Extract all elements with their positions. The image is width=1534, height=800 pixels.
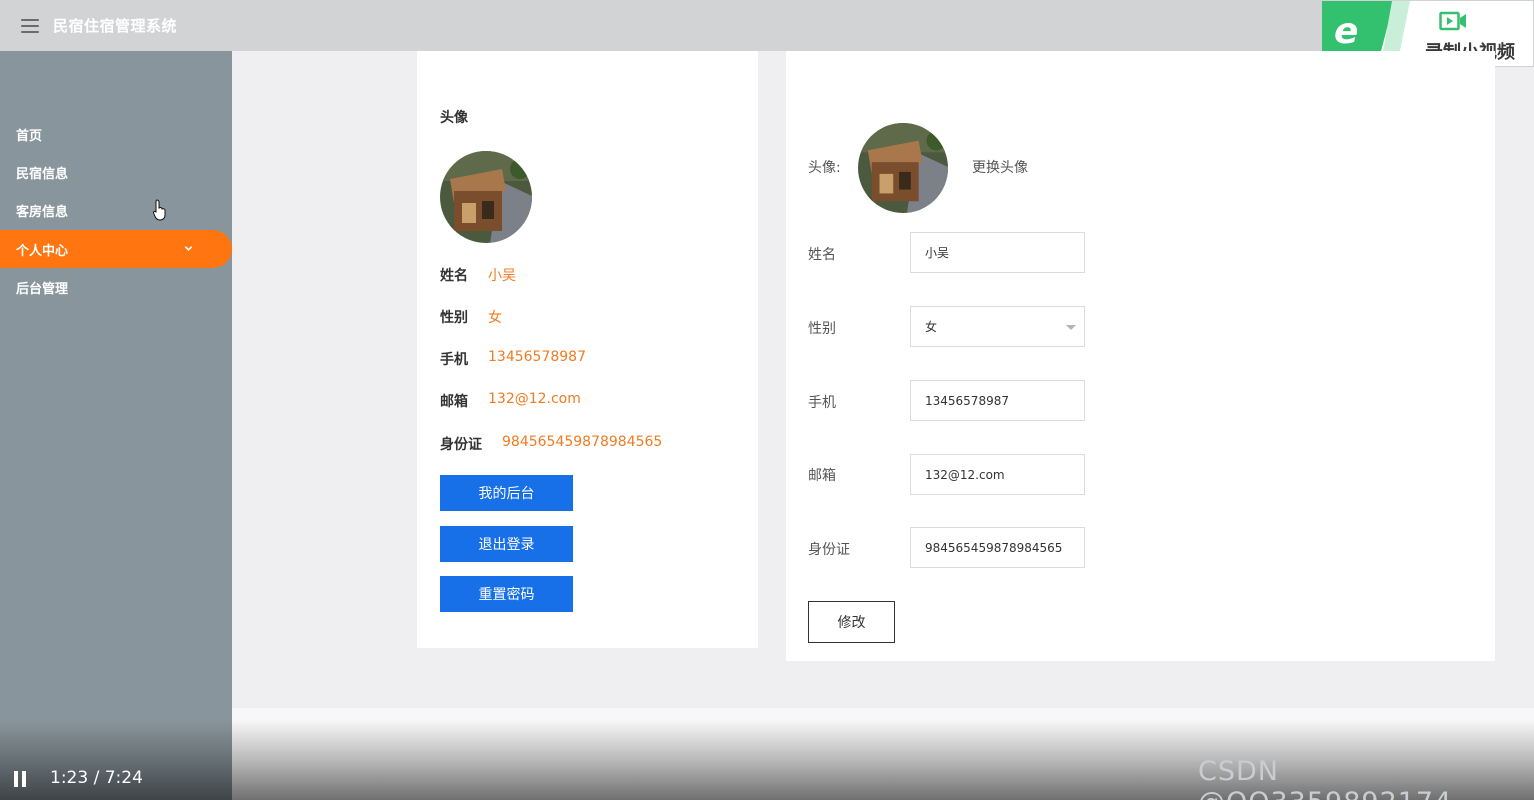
change-avatar-link[interactable]: 更换头像 [972, 157, 1028, 177]
profile-email-value: 132@12.com [488, 391, 581, 407]
avatar-label: 头像 [440, 110, 468, 126]
sidebar-item-label: 民宿信息 [16, 166, 69, 182]
pause-icon[interactable] [14, 771, 28, 787]
video-camera-icon [1439, 11, 1466, 31]
edit-phone-label: 手机 [808, 395, 836, 411]
edit-email-label: 邮箱 [808, 468, 836, 484]
profile-email-label: 邮箱 [440, 394, 468, 410]
gender-select[interactable]: 女 [910, 306, 1085, 347]
name-input[interactable]: 小吴 [910, 232, 1085, 273]
app-title: 民宿住宿管理系统 [53, 17, 178, 35]
sidebar-item-label: 后台管理 [16, 281, 69, 297]
edit-id-card-label: 身份证 [808, 542, 850, 558]
video-time: 1:23 / 7:24 [50, 768, 143, 788]
sidebar-item-homestay-info[interactable]: 民宿信息 [0, 153, 232, 191]
sidebar-item-label: 客房信息 [16, 204, 69, 220]
modify-button[interactable]: 修改 [808, 601, 895, 643]
logout-button[interactable]: 退出登录 [440, 526, 573, 562]
edit-name-label: 姓名 [808, 247, 836, 263]
profile-phone-value: 13456578987 [488, 349, 586, 365]
phone-input[interactable]: 13456578987 [910, 380, 1085, 421]
gender-select-value: 女 [925, 320, 938, 334]
my-backend-button[interactable]: 我的后台 [440, 475, 573, 511]
edit-avatar[interactable] [858, 123, 948, 213]
profile-gender-value: 女 [488, 310, 502, 326]
top-bar: 民宿住宿管理系统 [0, 0, 1534, 51]
profile-card: 头像 姓名 小吴 性别 女 手机 13456578987 邮箱 132@12.c… [417, 51, 758, 648]
profile-name-label: 姓名 [440, 268, 468, 284]
chevron-down-icon [184, 246, 193, 251]
edit-avatar-label: 头像: [808, 160, 841, 176]
dropdown-arrow-icon [1066, 325, 1076, 330]
edit-profile-card: 头像: 更换头像 姓名 小吴 性别 女 手机 13456578987 邮箱 13… [786, 51, 1495, 661]
profile-id-card-label: 身份证 [440, 437, 482, 453]
profile-card-heading-cut [440, 39, 446, 59]
avatar [440, 151, 532, 243]
watermark: CSDN @QQ3359892174 [1198, 756, 1451, 800]
recorder-logo-icon: e [1334, 11, 1359, 52]
id-card-input[interactable]: 984565459878984565 [910, 527, 1085, 568]
profile-id-card-value: 984565459878984565 [502, 434, 663, 450]
profile-phone-label: 手机 [440, 352, 468, 368]
sidebar-item-label: 个人中心 [16, 243, 69, 259]
hamburger-icon[interactable] [21, 18, 39, 33]
sidebar: 首页 民宿信息 客房信息 个人中心 后台管理 [0, 51, 232, 800]
sidebar-item-label: 首页 [16, 128, 43, 144]
sidebar-item-admin[interactable]: 后台管理 [0, 268, 232, 306]
edit-gender-label: 性别 [808, 321, 836, 337]
reset-password-button[interactable]: 重置密码 [440, 576, 573, 612]
hand-cursor-icon [153, 199, 166, 221]
profile-gender-label: 性别 [440, 310, 468, 326]
sidebar-item-home[interactable]: 首页 [0, 115, 232, 153]
profile-name-value: 小吴 [488, 268, 516, 284]
email-input[interactable]: 132@12.com [910, 454, 1085, 495]
sidebar-item-personal-center[interactable]: 个人中心 [0, 230, 232, 268]
sidebar-item-room-info[interactable]: 客房信息 [0, 191, 232, 229]
